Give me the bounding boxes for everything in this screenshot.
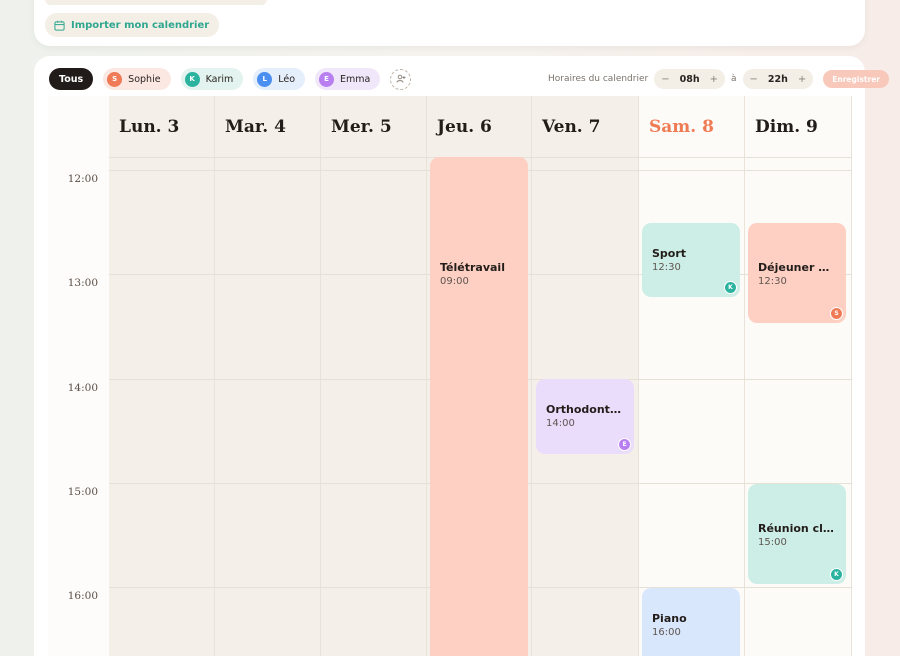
event-title: Piano: [652, 612, 687, 625]
member-filter-bar: Tous S Sophie K Karim L Léo E Emma: [49, 68, 412, 90]
import-calendar-label: Importer mon calendrier: [71, 19, 210, 31]
member-name: Karim: [205, 73, 234, 85]
end-hour-stepper: − 22h +: [742, 69, 814, 89]
import-calendar-button[interactable]: Importer mon calendrier: [45, 13, 220, 37]
event-member-avatar: E: [618, 438, 631, 451]
top-stub: [45, 0, 267, 5]
event-title: Orthodontiste: [546, 403, 624, 416]
filter-member-chip-emma[interactable]: E Emma: [315, 68, 381, 90]
add-person-icon[interactable]: [390, 68, 412, 90]
event-time: 16:00: [652, 627, 681, 638]
member-avatar: S: [107, 71, 123, 87]
event-time: 12:30: [652, 262, 681, 273]
time-label: 16:00: [67, 590, 98, 603]
member-name: Léo: [278, 73, 296, 85]
end-hour-increment[interactable]: +: [798, 74, 806, 85]
calendar-icon: [54, 20, 65, 31]
member-avatar: K: [184, 71, 200, 87]
event-title: Réunion client: [758, 522, 836, 535]
day-header: Mar. 4: [225, 116, 286, 137]
day-header: Mer. 5: [331, 116, 392, 137]
calendar-event[interactable]: Sport 12:30 K: [642, 223, 740, 297]
day-column[interactable]: [639, 96, 745, 656]
calendar-hours-settings: Horaires du calendrier − 08h + à − 22h +…: [548, 69, 889, 89]
hours-label: Horaires du calendrier: [548, 74, 649, 84]
day-column[interactable]: [215, 96, 321, 656]
filter-all-chip[interactable]: Tous: [49, 68, 94, 90]
calendar-event[interactable]: Déjeuner ave... 12:30 S: [748, 223, 846, 323]
save-hours-label: Enregistrer: [832, 74, 880, 84]
start-hour-stepper: − 08h +: [654, 69, 725, 89]
event-title: Déjeuner ave...: [758, 261, 836, 274]
time-label: 15:00: [67, 485, 98, 498]
member-avatar: E: [319, 71, 335, 87]
start-hour-value: 08h: [679, 73, 700, 85]
member-avatar: L: [257, 71, 273, 87]
day-header: Sam. 8: [649, 116, 714, 137]
week-calendar-grid: Lun. 3 Mar. 4 Mer. 5 Jeu. 6 Ven. 7 Sam. 8 Dim.…: [48, 96, 852, 656]
start-hour-decrement[interactable]: −: [661, 74, 669, 85]
day-column[interactable]: [109, 96, 215, 656]
event-member-avatar: S: [830, 307, 843, 320]
member-name: Emma: [340, 73, 371, 85]
event-member-avatar: K: [724, 281, 737, 294]
member-name: Sophie: [128, 73, 161, 85]
day-header: Jeu. 6: [437, 116, 492, 137]
event-title: Sport: [652, 247, 687, 260]
time-label: 12:00: [67, 173, 98, 185]
end-hour-decrement[interactable]: −: [750, 74, 758, 85]
day-header: Dim. 9: [755, 116, 818, 137]
event-time: 12:30: [758, 276, 787, 287]
time-label: 14:00: [67, 381, 98, 394]
event-time: 14:00: [546, 418, 575, 429]
end-hour-value: 22h: [767, 73, 788, 85]
day-column[interactable]: [321, 96, 427, 656]
event-time: 09:00: [440, 276, 469, 287]
event-time: 15:00: [758, 537, 787, 548]
time-label: 13:00: [67, 277, 98, 290]
filter-member-chip-léo[interactable]: L Léo: [253, 68, 306, 90]
filter-member-chip-sophie[interactable]: S Sophie: [103, 68, 171, 90]
event-member-avatar: K: [830, 568, 843, 581]
calendar-event[interactable]: Réunion client 15:00 K: [748, 484, 846, 584]
start-hour-increment[interactable]: +: [710, 74, 718, 85]
calendar-event[interactable]: Télétravail 09:00: [430, 157, 528, 656]
calendar-event[interactable]: Piano16:00L: [642, 588, 740, 656]
day-header: Lun. 3: [119, 116, 180, 137]
filter-all-label: Tous: [59, 73, 84, 85]
calendar-event[interactable]: Orthodontiste 14:00 E: [536, 379, 634, 454]
filter-member-chip-karim[interactable]: K Karim: [180, 68, 244, 90]
day-header: Ven. 7: [542, 116, 601, 137]
event-title: Télétravail: [440, 261, 505, 274]
save-hours-button[interactable]: Enregistrer: [823, 70, 889, 88]
hours-separator: à: [730, 74, 737, 84]
day-column[interactable]: [532, 96, 639, 656]
